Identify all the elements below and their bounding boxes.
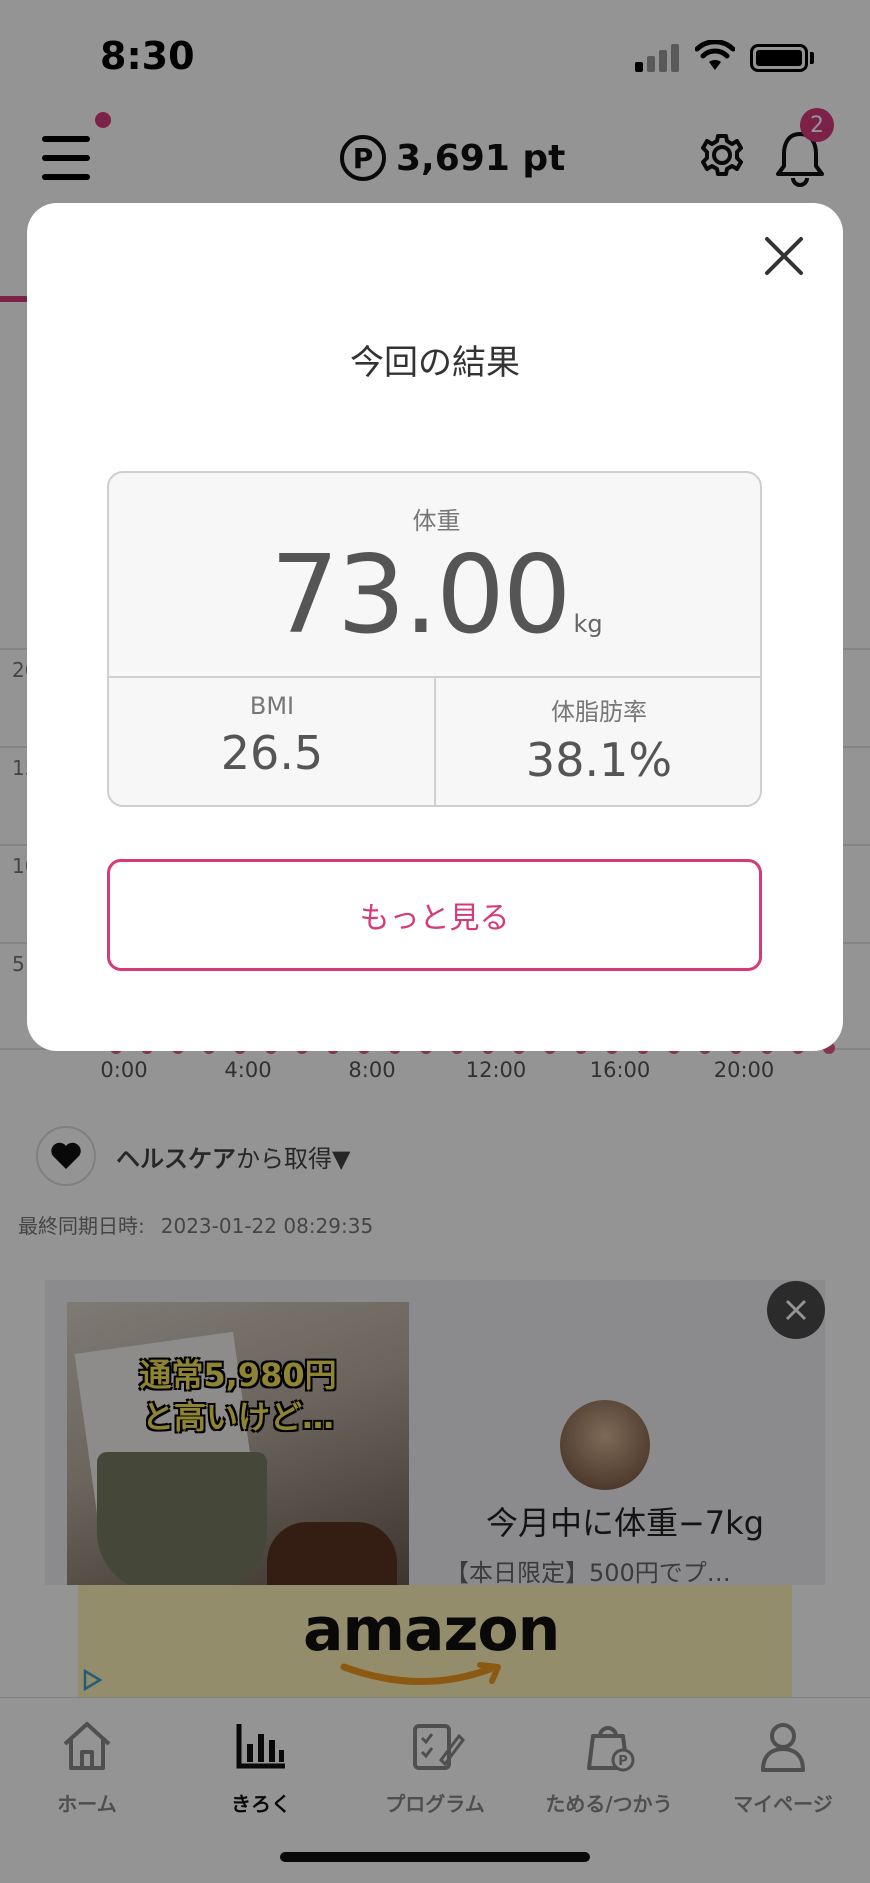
modal-title: 今回の結果 <box>350 343 520 383</box>
result-box: 体重 73.00 kg BMI 26.5 体脂肪率 38.1% <box>107 471 762 807</box>
weight-value: 73.00 <box>270 533 571 658</box>
weight-label: 体重 <box>412 507 461 535</box>
weight-unit: kg <box>573 610 603 638</box>
body-fat-metric: 体脂肪率 38.1% <box>436 676 760 805</box>
bmi-metric: BMI 26.5 <box>109 676 435 805</box>
bmi-label: BMI <box>249 692 295 720</box>
weight-display: 73.00 kg <box>109 533 760 658</box>
body-fat-value: 38.1% <box>525 733 673 787</box>
bmi-value: 26.5 <box>220 726 324 780</box>
close-icon[interactable] <box>759 231 809 281</box>
see-more-button[interactable]: もっと見る <box>107 859 762 971</box>
body-fat-label: 体脂肪率 <box>551 698 647 726</box>
result-modal: 今回の結果 体重 73.00 kg BMI 26.5 体脂肪率 38.1% もっと… <box>27 203 843 1051</box>
